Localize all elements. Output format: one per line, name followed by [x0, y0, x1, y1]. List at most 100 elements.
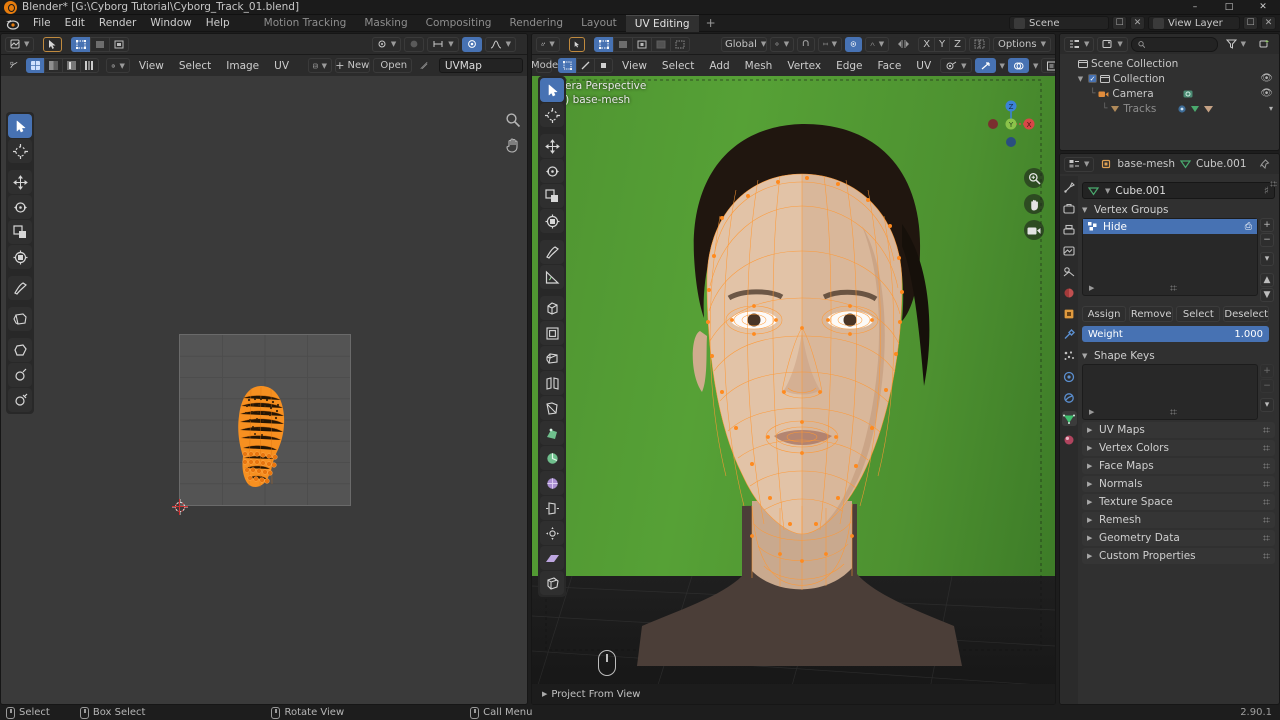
snap-magnet-button[interactable]: [797, 36, 815, 52]
uv-display-mode-group[interactable]: [25, 58, 99, 73]
tab-uv-editing[interactable]: UV Editing: [625, 14, 699, 32]
viewport-hand-icon[interactable]: [1024, 194, 1044, 214]
uv-menu-image[interactable]: Image: [220, 58, 265, 74]
vp-menu-select[interactable]: Select: [656, 58, 700, 74]
viewport-active-tool-button[interactable]: [568, 36, 585, 52]
vp-tool-rip-region[interactable]: [540, 571, 564, 595]
window-controls[interactable]: – □ ✕: [1178, 0, 1280, 15]
tracks-expand-icon[interactable]: ▾: [1269, 104, 1273, 113]
ptab-object[interactable]: [1062, 306, 1077, 321]
ptab-physics[interactable]: [1062, 369, 1077, 384]
vp-tool-extrude[interactable]: [540, 296, 564, 320]
ptab-constraints[interactable]: [1062, 390, 1077, 405]
select-mode-edge-button[interactable]: [612, 36, 633, 52]
remove-button[interactable]: Remove: [1129, 306, 1174, 322]
remove-shape-key-button[interactable]: −: [1260, 379, 1274, 393]
uv-open-image-button[interactable]: Open: [372, 58, 412, 73]
uv-tool-tweak[interactable]: [8, 114, 32, 138]
uv-tool-grab[interactable]: [8, 338, 32, 362]
move-vertex-group-down-button[interactable]: ▼: [1260, 288, 1274, 302]
vp-tool-shrink-fatten[interactable]: [540, 521, 564, 545]
vertex-groups-list[interactable]: Hide ⎙ ▶: [1082, 218, 1258, 296]
uv-snap-button[interactable]: ▼: [427, 36, 459, 52]
vp-menu-vertex[interactable]: Vertex: [781, 58, 827, 74]
ptab-output[interactable]: [1062, 222, 1077, 237]
ptab-scene[interactable]: [1062, 264, 1077, 279]
uv-falloff-button[interactable]: ▼: [484, 36, 516, 52]
menu-render[interactable]: Render: [92, 16, 143, 30]
vertex-group-specials-button[interactable]: ▾: [1260, 252, 1274, 266]
xray-toggle-button[interactable]: [1041, 58, 1055, 73]
vertex-groups-panel-header[interactable]: ▼ Vertex Groups: [1082, 202, 1275, 218]
mesh-select-mode-group[interactable]: [593, 36, 690, 52]
navigation-gizmo[interactable]: Z Y X: [983, 96, 1039, 152]
uv-tool-relax[interactable]: [8, 363, 32, 387]
ptab-material[interactable]: [1062, 432, 1077, 447]
add-vertex-group-button[interactable]: +: [1260, 218, 1274, 232]
transform-orientation-button[interactable]: Global ▼: [720, 36, 768, 52]
uv-hand-icon[interactable]: [505, 137, 521, 156]
tab-rendering[interactable]: Rendering: [500, 15, 572, 32]
outliner-search-input[interactable]: [1130, 36, 1218, 52]
pin-id-icon[interactable]: [1254, 157, 1275, 172]
viewport-vertex-mode-button[interactable]: [558, 58, 577, 73]
ptab-particles[interactable]: [1062, 348, 1077, 363]
uv-pivot-point-button[interactable]: ▼: [105, 58, 130, 73]
breadcrumb-object[interactable]: base-mesh: [1117, 158, 1175, 170]
uv-sticky-mode-button[interactable]: ▼: [371, 36, 402, 52]
uv-menu-select[interactable]: Select: [173, 58, 217, 74]
viewport-face-mode-button[interactable]: [594, 58, 613, 73]
uv-tool-move[interactable]: [8, 170, 32, 194]
panel-geometry-data[interactable]: ▶ Geometry Data: [1082, 530, 1275, 546]
ptab-world[interactable]: [1062, 285, 1077, 300]
vp-tool-poly-build[interactable]: [540, 421, 564, 445]
uv-editor-mode-icon[interactable]: [5, 58, 23, 73]
scene-selector[interactable]: Scene: [1009, 16, 1109, 30]
vp-tool-inset-faces[interactable]: [540, 321, 564, 345]
uv-display-paint-button[interactable]: [43, 58, 63, 73]
select-mode-extra1-button[interactable]: [650, 36, 671, 52]
select-button[interactable]: Select: [1176, 306, 1221, 322]
vp-menu-uv[interactable]: UV: [910, 58, 937, 74]
ptab-tool[interactable]: [1062, 180, 1077, 195]
uv-select-face-button[interactable]: [109, 36, 130, 52]
vp-tool-smooth[interactable]: [540, 471, 564, 495]
vp-tool-knife[interactable]: [540, 396, 564, 420]
vp-tool-tweak[interactable]: [540, 78, 564, 102]
mirror-y-button[interactable]: Y: [934, 36, 951, 52]
assign-button[interactable]: Assign: [1082, 306, 1127, 322]
uv-tool-annotate[interactable]: [8, 276, 32, 300]
options-button[interactable]: Options ▼: [993, 36, 1051, 52]
uvmap-field[interactable]: UVMap: [438, 58, 523, 73]
viewport-zoom-icon[interactable]: [1024, 168, 1044, 188]
select-mode-extra2-button[interactable]: [669, 36, 690, 52]
vp-tool-transform[interactable]: [540, 209, 564, 233]
mirror-axis-group[interactable]: X Y Z: [918, 36, 967, 52]
vp-tool-annotate[interactable]: [540, 240, 564, 264]
tab-layout[interactable]: Layout: [572, 15, 626, 32]
gizmo-toggle-button[interactable]: [974, 58, 996, 73]
overlays-toggle-button[interactable]: [1007, 58, 1029, 73]
uv-zoom-icon[interactable]: [505, 112, 521, 131]
proportional-editing-button[interactable]: [845, 36, 862, 52]
add-workspace-button[interactable]: +: [699, 15, 723, 32]
disclose-1[interactable]: ▼: [1076, 75, 1085, 83]
uv-new-image-button[interactable]: + New: [335, 58, 370, 73]
panel-vertex-colors[interactable]: ▶ Vertex Colors: [1082, 440, 1275, 456]
tab-masking[interactable]: Masking: [355, 15, 416, 32]
uv-menu-uv[interactable]: UV: [268, 58, 295, 74]
visibility-button[interactable]: ▼: [940, 58, 972, 73]
viewport-editor-type-button[interactable]: ▼: [536, 36, 560, 52]
vp-menu-add[interactable]: Add: [703, 58, 735, 74]
vp-tool-scale[interactable]: [540, 184, 564, 208]
uv-canvas[interactable]: [1, 76, 527, 704]
viewport-edge-mode-button[interactable]: [576, 58, 595, 73]
outliner-display-mode-button[interactable]: ▼: [1097, 36, 1128, 52]
select-mode-face-button[interactable]: [631, 36, 652, 52]
uv-display-channels-button[interactable]: [79, 58, 99, 73]
vp-menu-edge[interactable]: Edge: [830, 58, 868, 74]
viewport-select-mode-group[interactable]: [558, 58, 613, 73]
ptab-object-data[interactable]: [1061, 411, 1077, 426]
outliner-row-tracks[interactable]: └ Tracks ▾: [1060, 101, 1279, 116]
operator-redo-panel[interactable]: ▶ Project From View: [532, 684, 1055, 704]
